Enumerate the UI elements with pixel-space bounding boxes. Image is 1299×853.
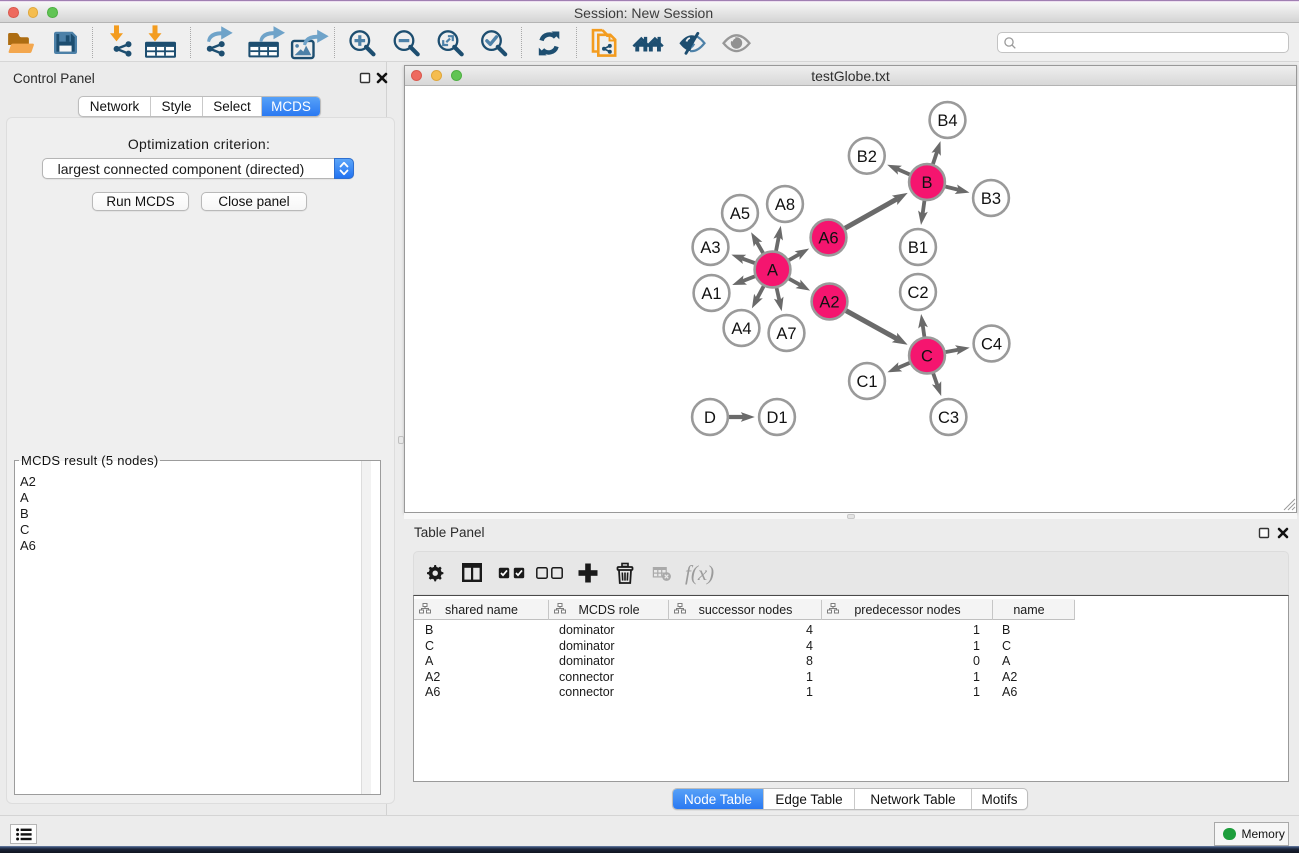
svg-text:B1: B1: [908, 239, 928, 257]
svg-text:B4: B4: [937, 112, 957, 130]
svg-text:A1: A1: [701, 285, 721, 303]
svg-text:C3: C3: [938, 409, 959, 427]
svg-text:A7: A7: [776, 325, 796, 343]
svg-text:B: B: [921, 174, 932, 192]
svg-text:A5: A5: [730, 205, 750, 223]
svg-text:A2: A2: [819, 294, 839, 312]
svg-text:A4: A4: [731, 320, 751, 338]
svg-text:A: A: [767, 262, 778, 280]
svg-text:A6: A6: [818, 230, 838, 248]
svg-text:C1: C1: [856, 373, 877, 391]
svg-text:A3: A3: [700, 239, 720, 257]
svg-text:B3: B3: [981, 190, 1001, 208]
svg-text:D1: D1: [766, 409, 787, 427]
svg-text:D: D: [704, 409, 716, 427]
svg-text:C4: C4: [981, 336, 1002, 354]
svg-text:C2: C2: [907, 284, 928, 302]
svg-text:A8: A8: [775, 196, 795, 214]
svg-text:B2: B2: [857, 148, 877, 166]
svg-text:C: C: [921, 348, 933, 366]
